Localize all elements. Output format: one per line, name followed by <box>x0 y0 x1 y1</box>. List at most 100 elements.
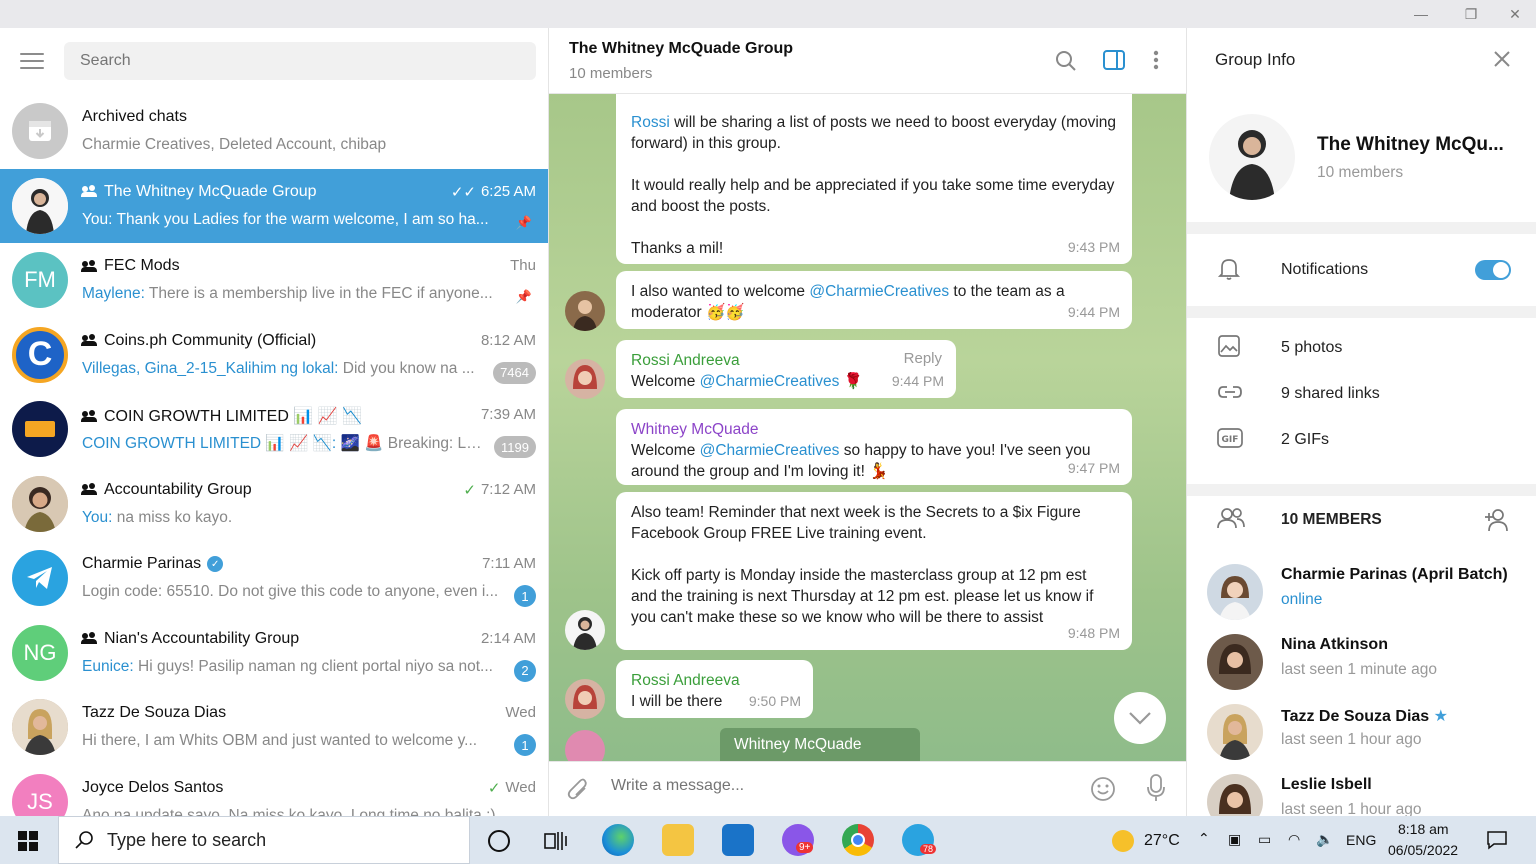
message-time: 9:44 PM <box>1067 304 1120 320</box>
chat-preview: Maylene: There is a membership live in t… <box>82 285 493 302</box>
clock-time[interactable]: 8:18 am <box>1398 821 1449 837</box>
chat-title: Archived chats <box>82 108 187 125</box>
sender-name[interactable]: Whitney McQuade <box>734 736 862 753</box>
gifs-row[interactable]: GIF 2 GIFs <box>1187 418 1536 462</box>
microphone-icon[interactable] <box>1146 774 1166 807</box>
mention-link[interactable]: Rossi <box>631 114 670 131</box>
sender-avatar[interactable] <box>565 610 605 650</box>
pin-icon: 📌 <box>515 289 532 304</box>
edge-icon[interactable] <box>602 824 634 856</box>
menu-icon[interactable] <box>20 53 44 69</box>
add-member-icon[interactable] <box>1483 508 1511 537</box>
shared-links-row[interactable]: 9 shared links <box>1187 372 1536 416</box>
battery-icon[interactable]: ▭ <box>1258 831 1271 848</box>
chat-item-nians-group[interactable]: NG Nian's Accountability Group 2:14 AM E… <box>0 616 548 691</box>
reply-button[interactable]: Reply <box>904 348 942 369</box>
wifi-icon[interactable]: ◠ <box>1288 831 1300 848</box>
chat-item-joyce[interactable]: JS Joyce Delos Santos ✓ Wed Ano na update… <box>0 765 548 816</box>
chat-item-whitney-group[interactable]: The Whitney McQuade Group ✓✓ 6:25 AM You:… <box>0 168 548 243</box>
message-bubble[interactable]: I also wanted to welcome @CharmieCreativ… <box>616 271 1132 329</box>
chat-item-charmie-parinas[interactable]: Charmie Parinas ✓ 7:11 AM Login code: 655… <box>0 541 548 616</box>
attach-icon[interactable] <box>567 778 589 807</box>
close-window-button[interactable]: ✕ <box>1492 0 1536 28</box>
link-icon <box>1217 384 1243 405</box>
taskbar-search[interactable]: Type here to search <box>58 816 470 864</box>
member-item[interactable]: Nina Atkinson last seen 1 minute ago <box>1187 626 1536 696</box>
language-indicator[interactable]: ENG <box>1346 832 1376 848</box>
chat-time: ✓ Wed <box>487 779 536 797</box>
close-icon[interactable] <box>1493 50 1511 73</box>
mail-icon[interactable] <box>722 824 754 856</box>
photos-row[interactable]: 5 photos <box>1187 326 1536 370</box>
chrome-icon[interactable] <box>842 824 874 856</box>
mention-link[interactable]: @CharmieCreatives <box>809 283 949 300</box>
group-avatar[interactable] <box>1209 114 1295 200</box>
members-header: 10 MEMBERS <box>1187 498 1536 542</box>
search-icon[interactable] <box>1055 50 1077 77</box>
chat-time: ✓✓ 6:25 AM <box>450 183 536 201</box>
message-bubble[interactable]: Rossi Andreeva Welcome @CharmieCreatives… <box>616 340 956 398</box>
sender-name[interactable]: Rossi Andreeva <box>631 350 942 371</box>
chat-item-tazz[interactable]: Tazz De Souza Dias Wed Hi there, I am Wh… <box>0 690 548 765</box>
member-item[interactable]: Tazz De Souza Dias ★ last seen 1 hour ag… <box>1187 696 1536 766</box>
member-name: Tazz De Souza Dias ★ <box>1281 708 1448 725</box>
chat-title: Nian's Accountability Group <box>81 630 299 648</box>
chat-item-coin-growth[interactable]: COIN GROWTH LIMITED 📊 📈 📉 7:39 AM COIN G… <box>0 392 548 467</box>
group-icon <box>81 260 98 272</box>
shared-media-section: 5 photos 9 shared links GIF 2 GIFs <box>1187 318 1536 484</box>
sidebar-toggle-icon[interactable] <box>1103 50 1125 75</box>
message-input[interactable] <box>611 777 1071 795</box>
tray-device-icon[interactable]: ▣ <box>1228 831 1241 848</box>
chat-item-fec-mods[interactable]: FM FEC Mods Thu Maylene: There is a memb… <box>0 243 548 318</box>
chat-avatar: JS <box>12 773 68 816</box>
message-bubble[interactable]: Rossi will be sharing a list of posts we… <box>616 94 1132 264</box>
chat-item-coins-ph[interactable]: C Coins.ph Community (Official) 8:12 AM … <box>0 318 548 393</box>
windows-start-icon[interactable] <box>18 831 38 856</box>
chat-item-archived[interactable]: Archived chats Charmie Creatives, Delete… <box>0 94 548 169</box>
panel-title: Group Info <box>1215 50 1296 69</box>
sender-avatar[interactable] <box>565 679 605 719</box>
weather-icon[interactable] <box>1112 830 1134 852</box>
scroll-down-button[interactable] <box>1114 692 1166 744</box>
search-input[interactable] <box>64 42 536 80</box>
member-status: last seen 1 minute ago <box>1281 661 1437 678</box>
message-composer <box>549 761 1186 816</box>
chat-item-accountability[interactable]: Accountability Group ✓ 7:12 AM You: na mi… <box>0 467 548 542</box>
sender-avatar[interactable] <box>565 359 605 399</box>
message-bubble[interactable]: Whitney McQuade Welcome @CharmieCreative… <box>616 409 1132 485</box>
file-explorer-icon[interactable] <box>662 824 694 856</box>
notifications-row[interactable]: Notifications <box>1187 248 1536 292</box>
minimize-button[interactable]: — <box>1398 0 1444 28</box>
temperature[interactable]: 27°C <box>1144 832 1180 850</box>
emoji-icon[interactable] <box>1090 776 1116 807</box>
sender-avatar[interactable] <box>565 291 605 331</box>
maximize-button[interactable]: ❐ <box>1448 0 1494 28</box>
cortana-icon[interactable] <box>488 830 510 852</box>
group-avatar <box>12 177 68 234</box>
archive-icon <box>12 103 68 159</box>
coin-growth-avatar <box>12 401 68 457</box>
mention-link[interactable]: @CharmieCreatives <box>700 442 840 459</box>
notifications-toggle[interactable] <box>1475 260 1511 280</box>
sender-avatar[interactable] <box>565 730 605 761</box>
messenger-icon[interactable]: 9+ <box>782 824 814 856</box>
message-time: 9:44 PM <box>891 373 944 389</box>
sender-name[interactable]: Whitney McQuade <box>631 419 1118 440</box>
message-area[interactable]: Rossi will be sharing a list of posts we… <box>549 94 1186 761</box>
task-view-icon[interactable] <box>544 830 568 857</box>
member-name: Nina Atkinson <box>1281 636 1388 653</box>
message-bubble[interactable]: Whitney McQuade <box>720 728 920 761</box>
message-bubble[interactable]: Rossi Andreeva I will be there 9:50 PM <box>616 660 813 718</box>
search-icon <box>75 831 93 849</box>
member-item[interactable]: Charmie Parinas (April Batch) online <box>1187 556 1536 626</box>
tray-chevron-icon[interactable]: ⌃ <box>1198 830 1210 847</box>
volume-icon[interactable]: 🔈 <box>1316 831 1333 848</box>
message-bubble[interactable]: Also team! Reminder that next week is th… <box>616 492 1132 650</box>
conversation-header[interactable]: The Whitney McQuade Group 10 members <box>549 28 1186 94</box>
more-options-icon[interactable] <box>1153 50 1159 75</box>
mention-link[interactable]: @CharmieCreatives <box>700 373 840 390</box>
clock-date[interactable]: 06/05/2022 <box>1388 842 1458 858</box>
notification-center-icon[interactable] <box>1486 830 1508 855</box>
telegram-icon[interactable]: 78 <box>902 824 937 856</box>
sender-name[interactable]: Rossi Andreeva <box>631 670 799 691</box>
